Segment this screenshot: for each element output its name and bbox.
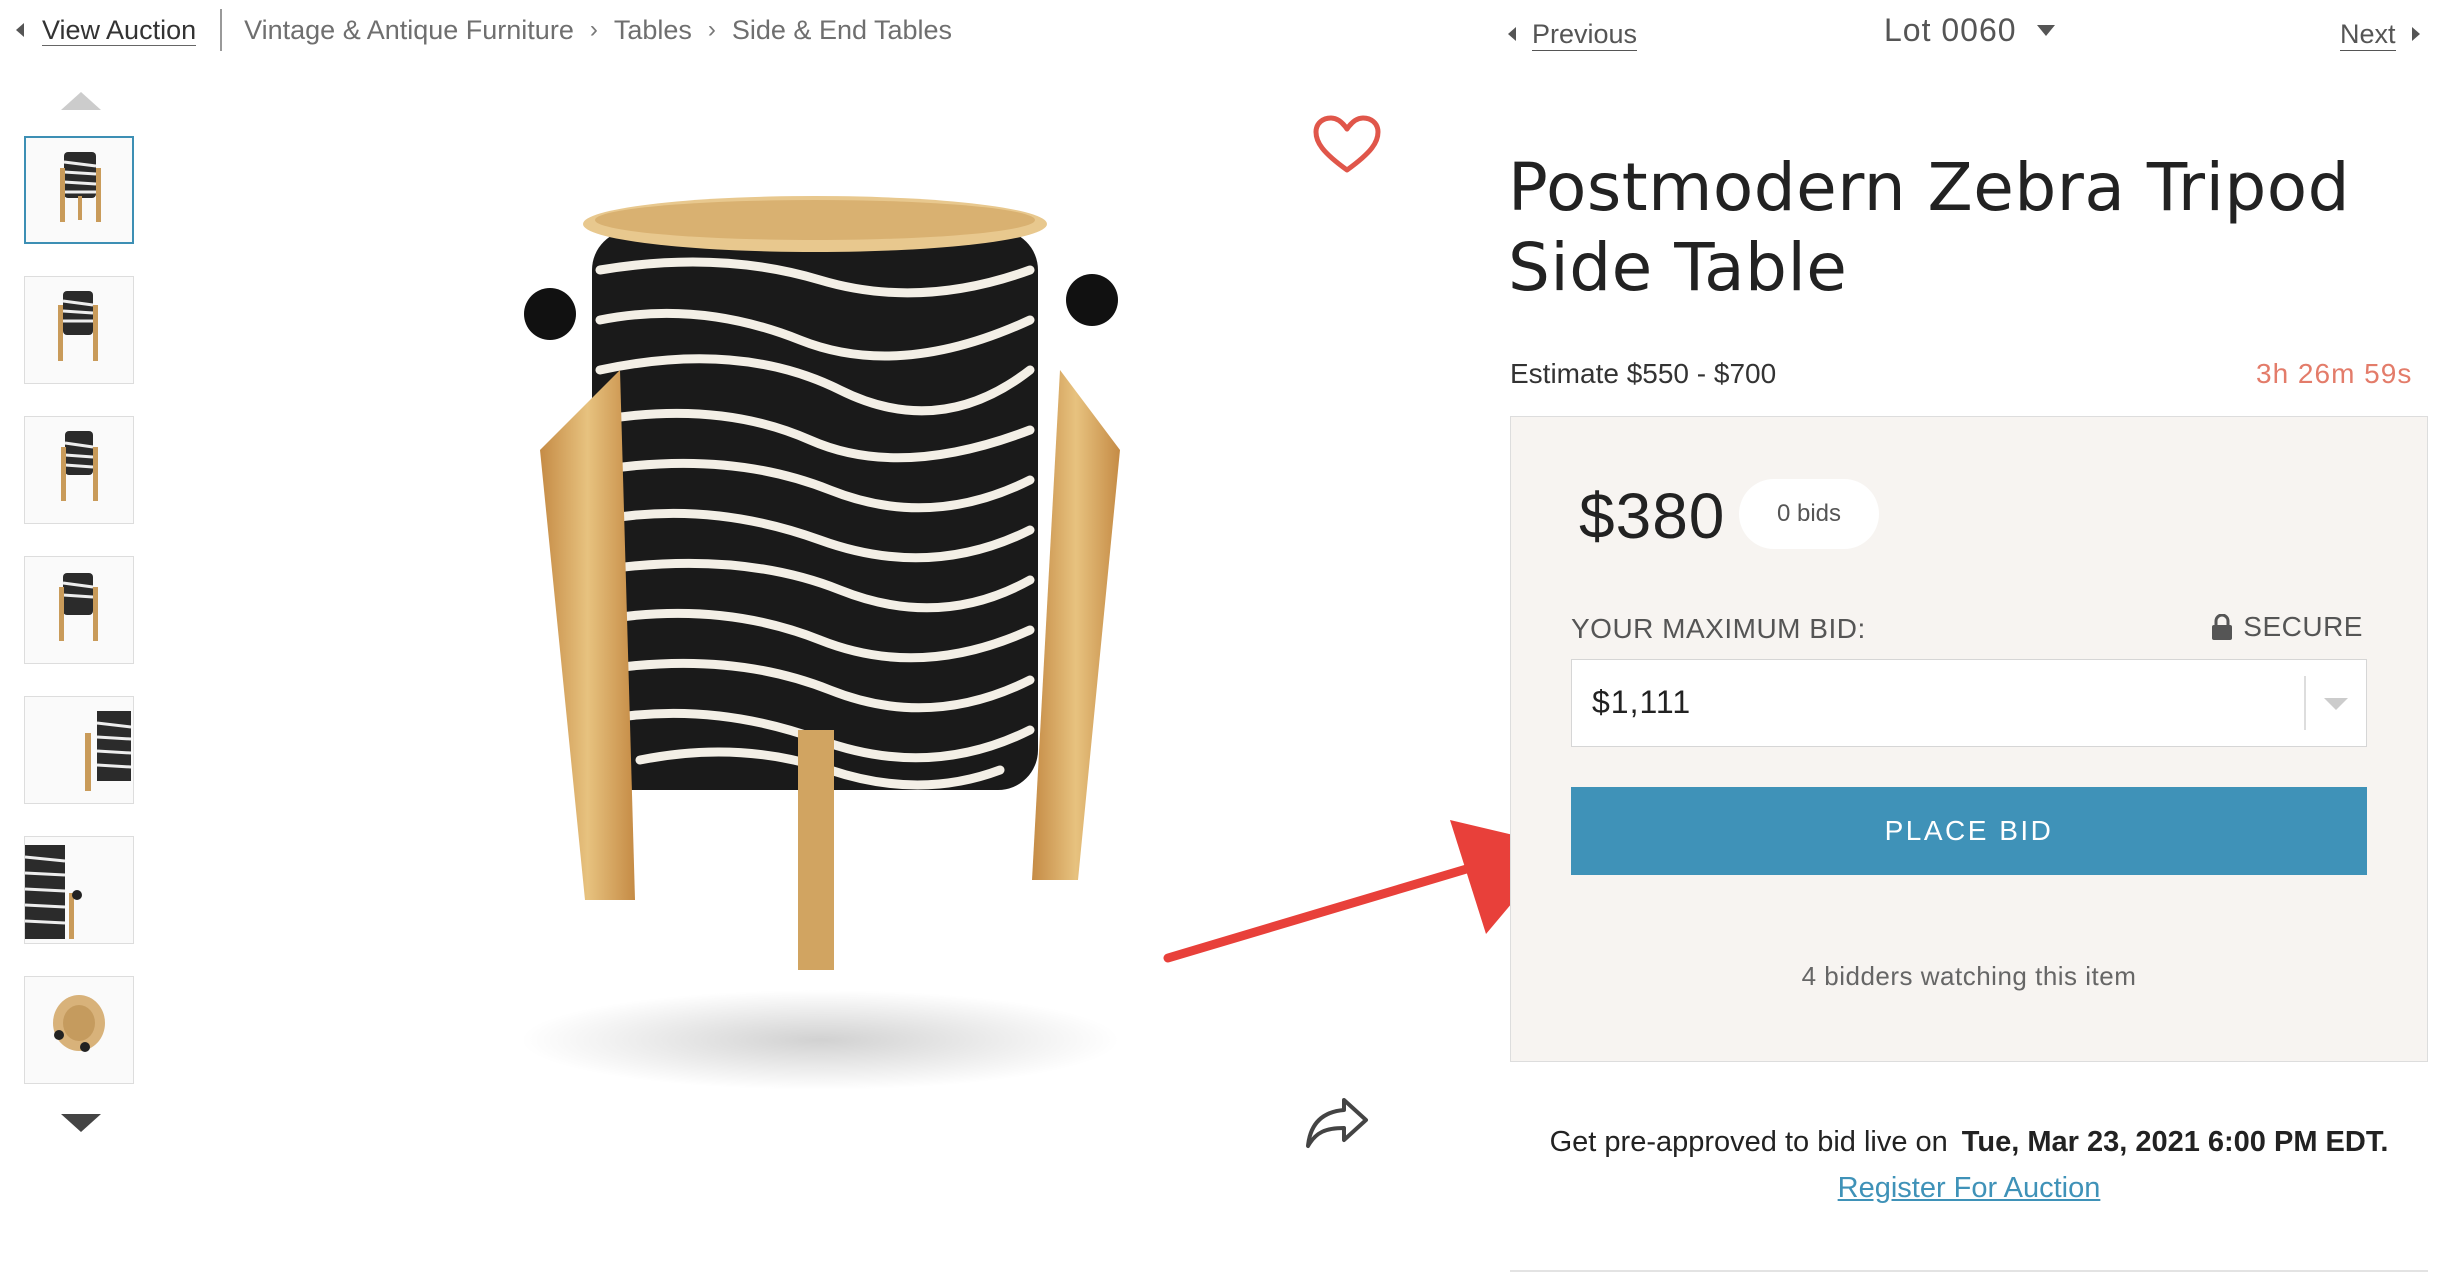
thumbnail-6[interactable] [24, 836, 134, 944]
watchers-text: 4 bidders watching this item [1801, 961, 2137, 991]
preapproval-label: Get pre-approved to bid live on [1549, 1126, 1948, 1158]
chevron-right-icon: › [707, 16, 716, 43]
lot-selector[interactable]: Lot 0060 [1884, 12, 2055, 49]
breadcrumb-item-category[interactable]: Vintage & Antique Furniture [244, 15, 574, 46]
bid-count-badge: 0 bids [1739, 479, 1879, 549]
register-link[interactable]: Register For Auction [1838, 1172, 2101, 1204]
share-icon[interactable] [1304, 1092, 1370, 1152]
thumbnail-1[interactable] [24, 136, 134, 244]
thumbnail-5[interactable] [24, 696, 134, 804]
breadcrumb: View Auction Vintage & Antique Furniture… [16, 9, 952, 51]
secure-indicator: SECURE [2211, 611, 2363, 643]
divider [1510, 1270, 2428, 1272]
estimate-text: Estimate $550 - $700 [1510, 358, 1777, 389]
select-divider [2304, 676, 2306, 730]
current-price: $380 [1579, 480, 1726, 552]
auction-date: Tue, Mar 23, 2021 6:00 PM EDT. [1961, 1126, 2389, 1158]
thumbnail-3[interactable] [24, 416, 134, 524]
thumbnail-image [58, 291, 98, 361]
chevron-right-icon: › [589, 16, 598, 43]
next-lot-link[interactable]: Next [2340, 14, 2420, 54]
time-left: 3h 26m 59s [2256, 358, 2413, 389]
view-auction-link[interactable]: View Auction [42, 15, 197, 46]
caret-down-icon[interactable] [2036, 25, 2055, 36]
arrow-up-icon[interactable] [61, 92, 101, 110]
previous-label[interactable]: Previous [1532, 18, 1638, 51]
thumbnail-4[interactable] [24, 556, 134, 664]
caret-left-icon [16, 23, 24, 37]
breadcrumb-item-current[interactable]: Side & End Tables [732, 15, 952, 46]
caret-right-icon [2411, 27, 2420, 41]
next-label[interactable]: Next [2340, 18, 2396, 51]
thumbnail-7[interactable] [24, 976, 134, 1084]
lock-icon [2212, 614, 2233, 640]
caret-down-icon[interactable] [2324, 698, 2348, 710]
bid-panel: $380 0 bids YOUR MAXIMUM BID: SECURE $1,… [1510, 416, 2428, 1062]
max-bid-value[interactable]: $1,111 [1592, 684, 1691, 721]
secure-label: SECURE [2243, 611, 2363, 642]
product-image [520, 196, 1120, 1090]
heart-icon[interactable] [1312, 114, 1382, 176]
previous-lot-link[interactable]: Previous [1508, 14, 1638, 54]
place-bid-button[interactable]: PLACE BID [1571, 787, 2367, 875]
preapproval-text: Get pre-approved to bid live on Tue, Mar … [1510, 1126, 2428, 1159]
thumbnail-image [59, 573, 98, 641]
thumbnail-image [85, 711, 132, 791]
caret-left-icon [1508, 27, 1516, 41]
lot-label[interactable]: Lot 0060 [1884, 12, 2017, 49]
max-bid-label: YOUR MAXIMUM BID: [1571, 613, 1866, 644]
breadcrumb-divider [220, 9, 223, 51]
register-row: Register For Auction [1510, 1172, 2428, 1205]
arrow-down-icon[interactable] [61, 1114, 101, 1132]
product-title: Postmodern Zebra Tripod Side Table [1508, 149, 2351, 306]
thumbnail-image [61, 431, 98, 501]
max-bid-select[interactable]: $1,111 [1571, 659, 2367, 747]
thumbnail-image [53, 995, 105, 1052]
thumbnail-image [60, 152, 101, 222]
breadcrumb-item-subcategory[interactable]: Tables [614, 15, 692, 46]
thumbnail-2[interactable] [24, 276, 134, 384]
thumbnail-image [25, 845, 82, 939]
